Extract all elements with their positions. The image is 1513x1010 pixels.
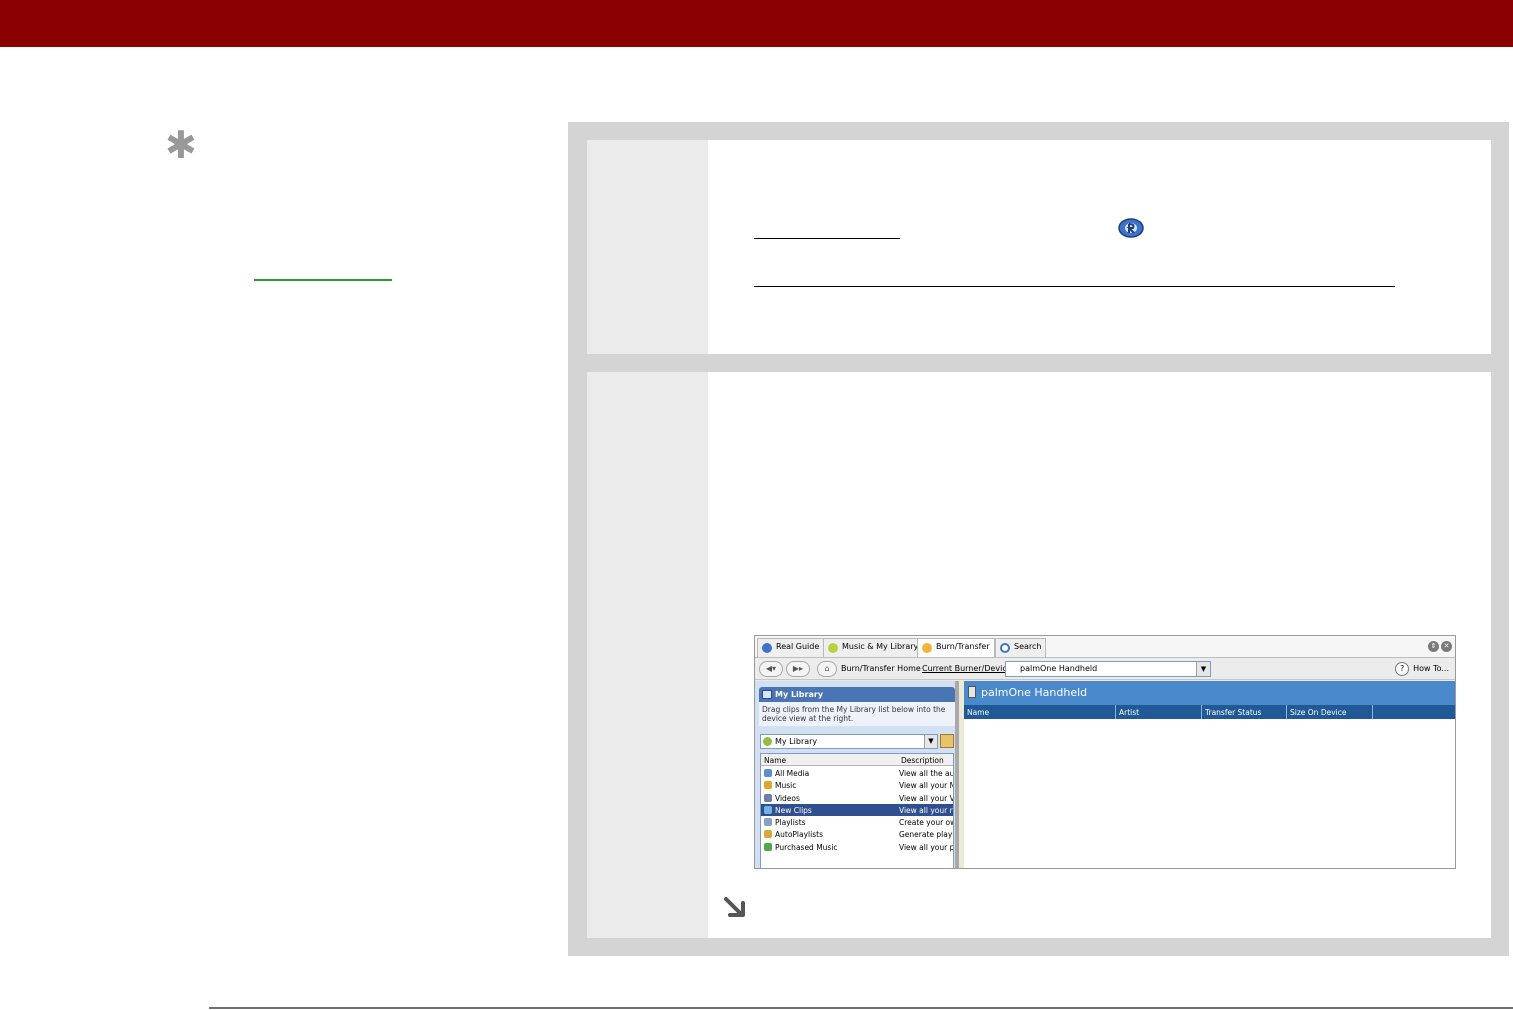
tab-music-library[interactable]: Music & My Library: [823, 638, 924, 657]
library-row-description: View all the aud: [899, 769, 953, 778]
library-row[interactable]: Playlists Create your ow: [761, 816, 953, 828]
library-row[interactable]: All Media View all the aud: [761, 767, 953, 779]
library-row-name: All Media: [775, 769, 810, 778]
library-icon: [762, 690, 772, 699]
device-table-header: Name Artist Transfer Status Size On Devi…: [964, 705, 1455, 719]
column-header[interactable]: Transfer Status: [1202, 705, 1287, 719]
library-row[interactable]: Music View all your Mu: [761, 779, 953, 791]
handheld-icon: [968, 686, 976, 698]
library-select-icon: [763, 737, 772, 746]
column-header[interactable]: Name: [764, 756, 786, 765]
library-row-description: View all your Mu: [899, 781, 953, 791]
forward-button[interactable]: ▶▸: [786, 661, 810, 677]
library-select-value: My Library: [775, 737, 818, 746]
library-row-description: Create your ow: [899, 818, 953, 828]
music-library-icon: [828, 643, 838, 653]
library-row[interactable]: Purchased Music View all your pu: [761, 841, 953, 853]
tab-label: Music & My Library: [842, 642, 919, 651]
realplayer-icon: [1118, 218, 1144, 238]
library-rows: All Media View all the aud Music View all y…: [761, 767, 953, 853]
library-row-description: View all your pu: [899, 842, 953, 852]
library-row-name: New Clips: [775, 805, 812, 815]
my-library-description: Drag clips from the My Library list belo…: [759, 702, 955, 726]
chevron-down-icon[interactable]: ▼: [924, 735, 937, 748]
library-row-name: AutoPlaylists: [775, 830, 823, 840]
step-1-link-short[interactable]: [754, 238, 900, 239]
device-header: palmOne Handheld: [964, 681, 1455, 705]
library-item-icon: [764, 830, 772, 839]
library-item-icon: [764, 805, 772, 814]
tab-real-guide[interactable]: Real Guide: [757, 638, 825, 657]
footer-divider: [209, 1007, 1513, 1009]
library-select[interactable]: My Library ▼: [760, 734, 938, 749]
my-library-header: My Library: [759, 687, 955, 702]
header-bar: [0, 0, 1513, 47]
library-row[interactable]: New Clips View all your re: [761, 803, 953, 817]
add-library-icon[interactable]: [940, 734, 954, 748]
home-label[interactable]: Burn/Transfer Home: [841, 664, 921, 673]
step-2-number-column: [587, 372, 708, 938]
device-title: palmOne Handheld: [981, 686, 1088, 699]
library-row-name: Videos: [775, 793, 800, 803]
tab-label: Search: [1014, 642, 1042, 651]
device-label: Current Burner/Device: [922, 664, 1012, 673]
help-icon: ?: [1395, 662, 1410, 676]
my-library-title: My Library: [775, 690, 824, 699]
asterisk-icon: ✱: [165, 123, 197, 167]
step-1-link-long[interactable]: [754, 286, 1395, 287]
tab-label: Burn/Transfer: [936, 642, 990, 651]
tab-burn-transfer[interactable]: Burn/Transfer: [917, 638, 995, 657]
library-row-description: View all your re: [899, 805, 953, 815]
collapse-icon[interactable]: ⇕: [1428, 641, 1439, 652]
search-icon: [1000, 643, 1010, 653]
tab-label: Real Guide: [776, 642, 820, 651]
library-row-name: Playlists: [775, 818, 806, 828]
burn-transfer-icon: [922, 643, 932, 653]
home-icon[interactable]: ⌂: [817, 661, 837, 677]
column-header[interactable]: Size On Device: [1287, 705, 1373, 719]
column-header[interactable]: Artist: [1116, 705, 1202, 719]
column-header[interactable]: Description: [901, 756, 944, 765]
tip-link[interactable]: [254, 279, 392, 281]
library-item-icon: [764, 793, 772, 802]
step-1: [587, 140, 1491, 354]
chevron-down-icon[interactable]: ▼: [1196, 662, 1210, 676]
continue-arrow-icon[interactable]: [722, 895, 752, 921]
library-item-icon: [764, 769, 772, 777]
my-library-pane: My Library Drag clips from the My Librar…: [755, 681, 959, 868]
library-row[interactable]: Videos View all your Vid: [761, 792, 953, 804]
device-pane: palmOne Handheld Name Artist Transfer St…: [964, 681, 1455, 868]
library-row-description: View all your Vid: [899, 793, 953, 803]
library-row[interactable]: AutoPlaylists Generate playlis: [761, 828, 953, 840]
library-table-header: Name Description: [761, 754, 953, 766]
library-item-icon: [764, 842, 772, 851]
back-button[interactable]: ◀▾: [759, 661, 783, 677]
column-header[interactable]: Name: [964, 705, 1116, 719]
how-to-button[interactable]: ? How To...: [1395, 661, 1449, 677]
player-toolbar: ◀▾ ▶▸ ⌂ Burn/Transfer Home Current Burne…: [755, 658, 1455, 680]
tab-search[interactable]: Search: [995, 638, 1047, 657]
step-1-number-column: [587, 140, 708, 354]
real-guide-icon: [762, 643, 772, 653]
library-table: Name Description All Media View all the a…: [760, 753, 954, 868]
realplayer-screenshot: Real Guide Music & My Library Burn/Trans…: [754, 635, 1456, 869]
library-row-name: Music: [775, 781, 797, 791]
library-row-name: Purchased Music: [775, 842, 838, 852]
library-item-icon: [764, 818, 772, 827]
device-value: palmOne Handheld: [1020, 664, 1098, 673]
player-tab-bar: Real Guide Music & My Library Burn/Trans…: [755, 636, 1455, 658]
close-icon[interactable]: ✕: [1441, 641, 1452, 652]
how-to-label: How To...: [1413, 664, 1449, 673]
library-item-icon: [764, 781, 772, 790]
device-select[interactable]: palmOne Handheld ▼: [1005, 661, 1211, 677]
library-row-description: Generate playlis: [899, 830, 953, 840]
